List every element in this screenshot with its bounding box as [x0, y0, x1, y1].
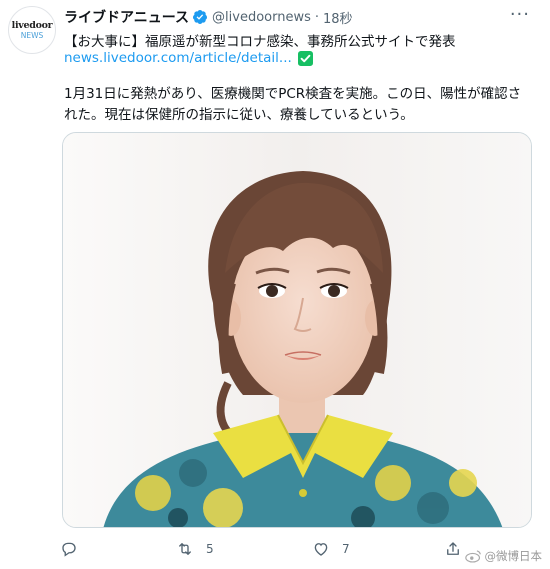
- watermark: @微博日本: [464, 548, 543, 564]
- green-check-icon: [297, 50, 313, 66]
- heart-icon: [314, 543, 328, 556]
- display-name[interactable]: ライブドアニュース: [64, 7, 189, 27]
- avatar-logo-text: livedoor: [11, 20, 53, 31]
- verified-badge-icon: [193, 10, 208, 24]
- avatar[interactable]: livedoor NEWS: [8, 6, 56, 54]
- like-count: 7: [342, 542, 350, 556]
- retweet-count: 5: [206, 542, 214, 556]
- tweet-header: ライブドアニュース @livedoornews · 18秒: [64, 7, 353, 27]
- tweet-photo[interactable]: [62, 132, 532, 528]
- article-link[interactable]: news.livedoor.com/article/detail...: [64, 50, 292, 66]
- retweet-button[interactable]: 5: [176, 540, 214, 558]
- handle[interactable]: @livedoornews: [212, 10, 311, 25]
- timestamp[interactable]: 18秒: [323, 8, 353, 27]
- weibo-logo-icon: [464, 550, 481, 563]
- share-icon: [447, 542, 459, 555]
- avatar-logo-subtext: NEWS: [20, 30, 44, 40]
- like-button[interactable]: 7: [312, 540, 350, 558]
- retweet-icon: [179, 543, 191, 555]
- more-icon[interactable]: ···: [510, 4, 530, 25]
- link-row: news.livedoor.com/article/detail...: [64, 50, 313, 66]
- share-button[interactable]: [444, 540, 462, 558]
- reply-button[interactable]: [60, 540, 78, 558]
- separator-dot: ·: [314, 9, 320, 25]
- reply-icon: [62, 542, 76, 557]
- tweet-headline: 【お大事に】福原遥が新型コロナ感染、事務所公式サイトで発表: [64, 34, 456, 50]
- watermark-text: @微博日本: [484, 549, 543, 563]
- tweet-body: 1月31日に発熱があり、医療機関でPCR検査を実施。この日、陽性が確認された。現…: [64, 86, 522, 123]
